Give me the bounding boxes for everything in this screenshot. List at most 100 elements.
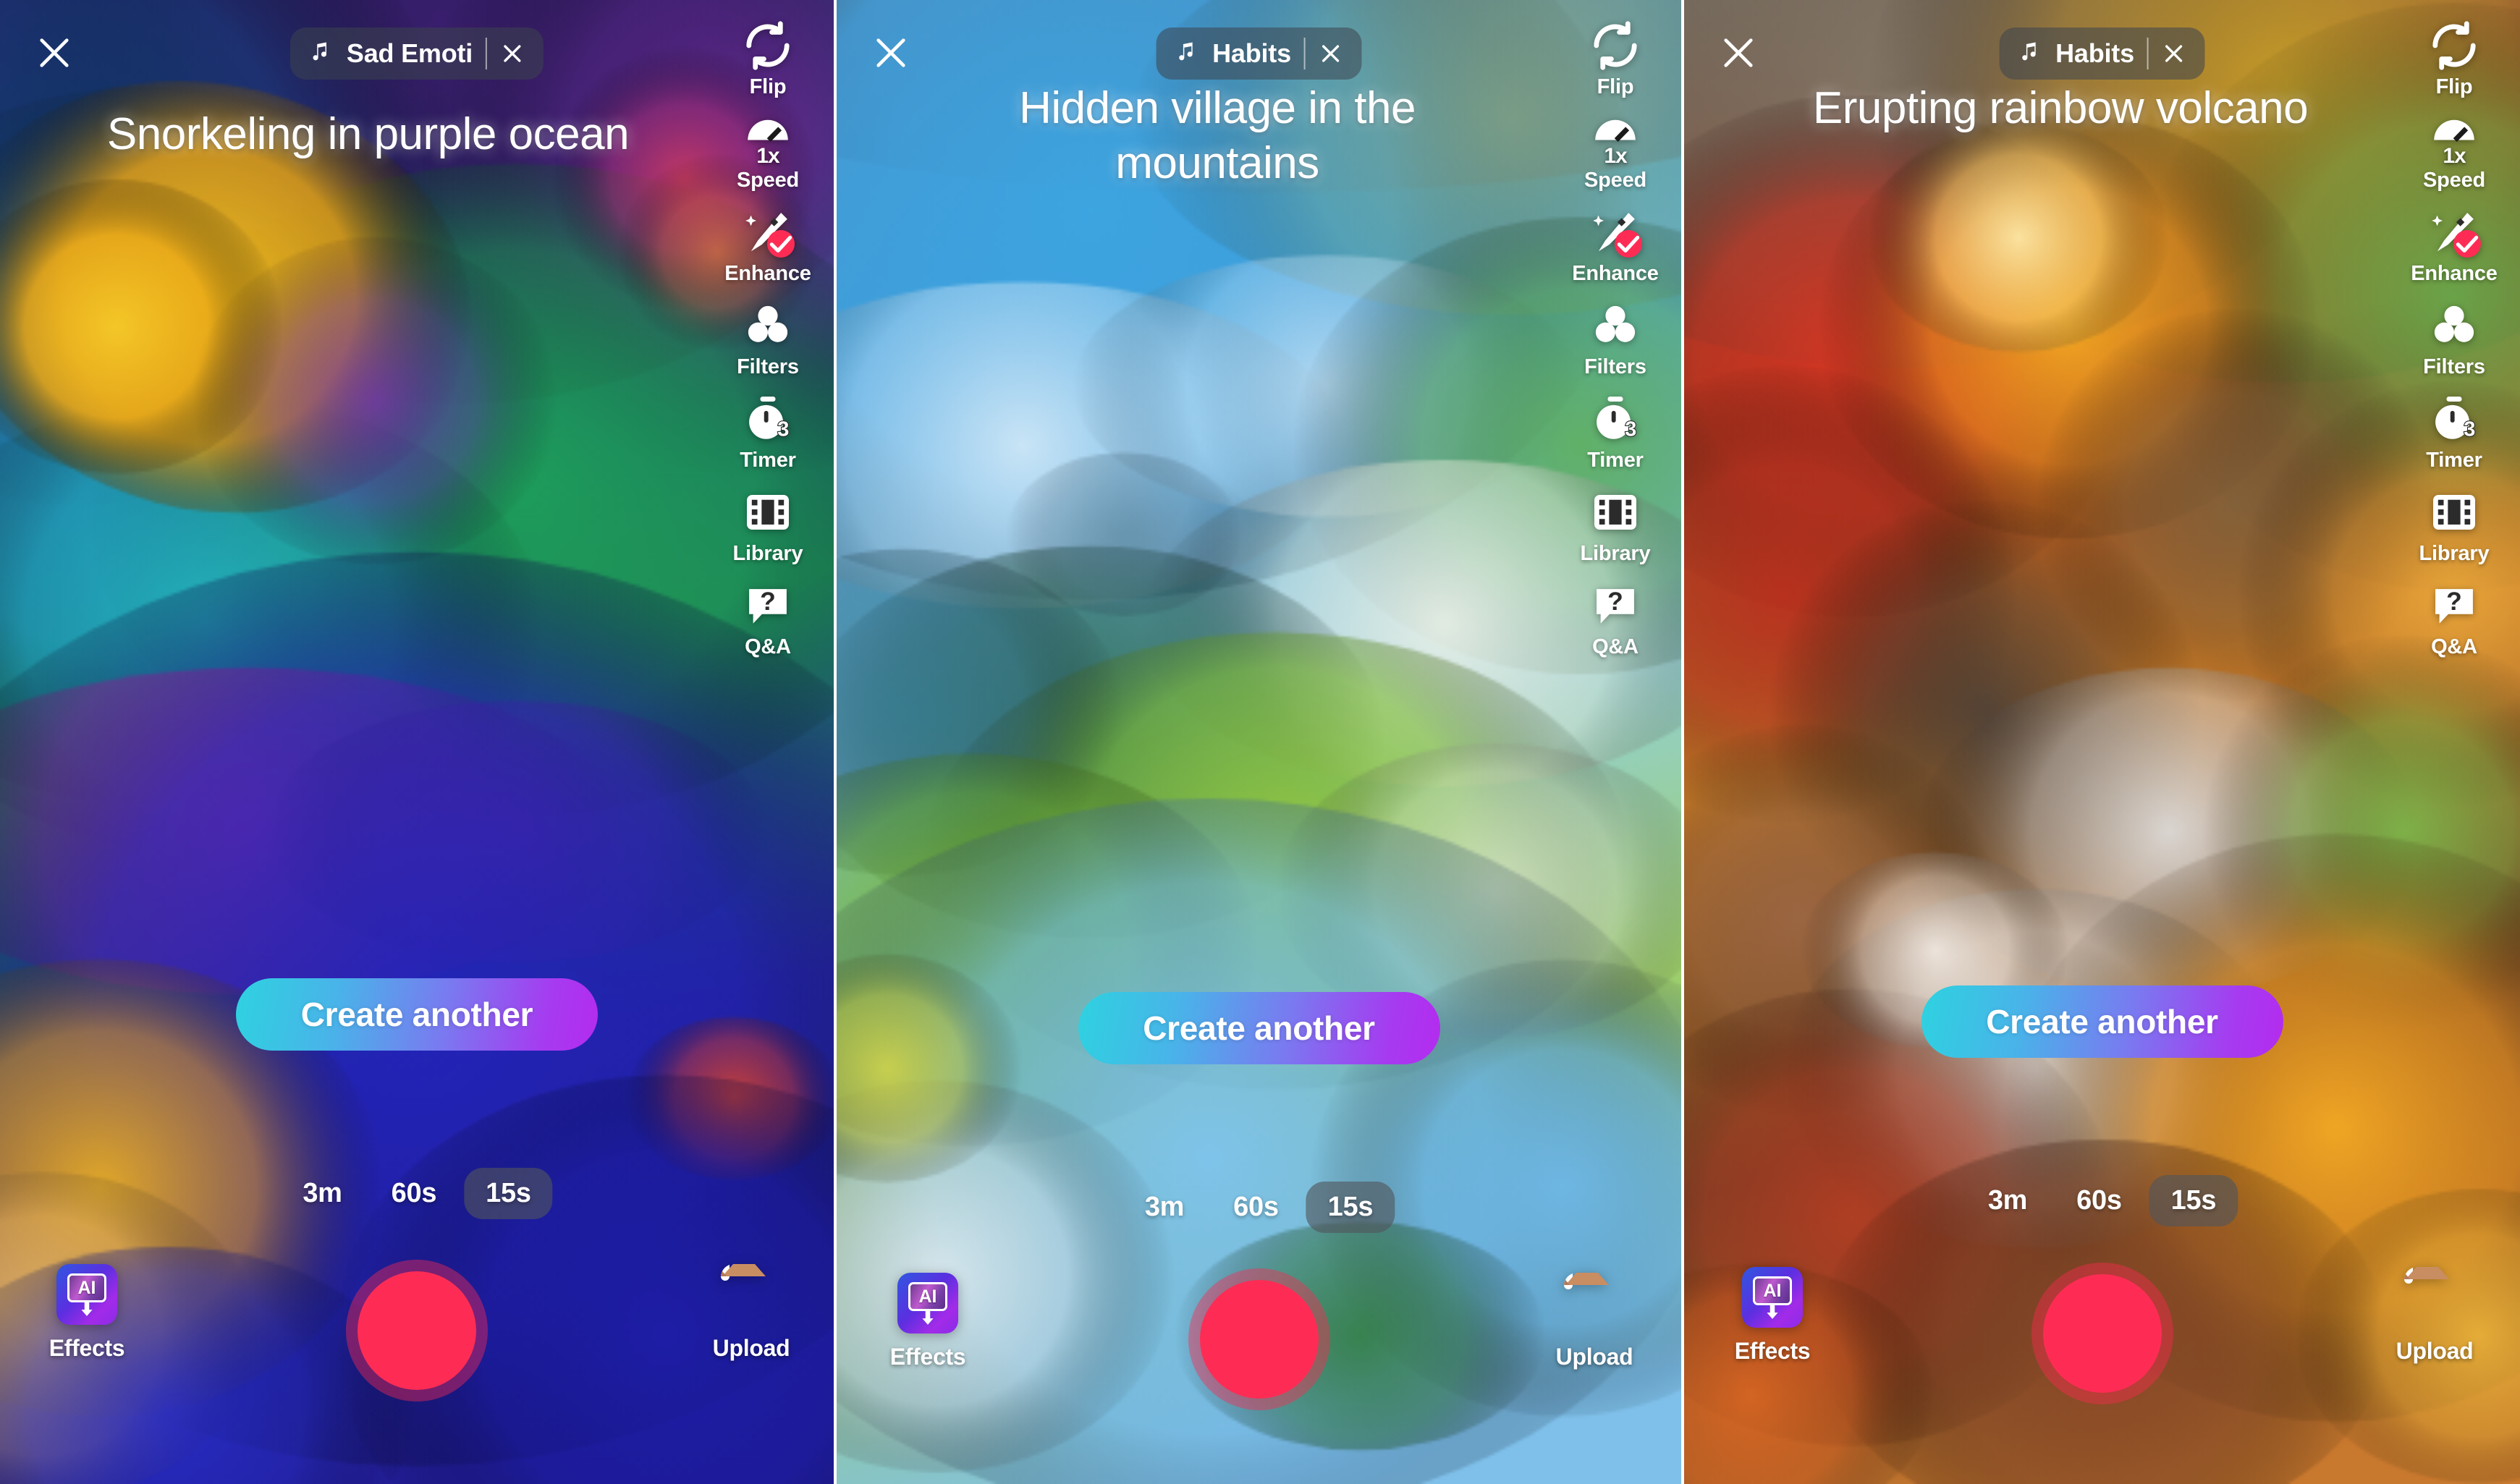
tool-library[interactable]: Library [2400,486,2508,566]
speedometer-icon: 1x [741,112,795,168]
tool-label: Library [732,542,803,565]
enhance-check-badge [1615,230,1642,258]
duration-option-3m[interactable]: 3m [1966,1175,2049,1226]
question-bubble-icon: ? [1589,579,1642,632]
svg-text:3: 3 [2464,417,2475,441]
tool-speed[interactable]: 1x Speed [714,112,822,192]
music-note-icon [2018,40,2042,67]
tool-enhance[interactable]: Enhance [1561,205,1670,286]
tool-label: Speed [1584,169,1647,192]
effects-button[interactable]: AI Effects [855,1273,1000,1370]
tool-label: Timer [740,449,796,472]
tool-qa[interactable]: ? Q&A [2400,579,2508,659]
duration-option-60s[interactable]: 60s [370,1168,459,1219]
svg-text:?: ? [1607,587,1623,616]
duration-option-60s[interactable]: 60s [2055,1175,2144,1226]
duration-option-15s[interactable]: 15s [1306,1182,1395,1233]
filters-circles-icon [2427,299,2481,352]
upload-button[interactable]: Upload [1522,1273,1667,1370]
enhance-check-badge [767,230,795,258]
duration-selector-2: 3m 60s 15s [1123,1182,1395,1233]
timer-icon: 3 [1589,392,1642,446]
duration-option-15s[interactable]: 15s [2149,1175,2238,1226]
create-another-button[interactable]: Create another [1078,992,1440,1064]
duration-option-15s[interactable]: 15s [464,1168,553,1219]
record-button[interactable] [346,1260,488,1402]
tool-filters[interactable]: Filters [1561,299,1670,379]
speed-value: 1x [1604,144,1627,168]
speedometer-icon: 1x [2427,112,2481,168]
record-button[interactable] [2031,1263,2173,1404]
duration-option-3m[interactable]: 3m [281,1168,363,1219]
phone-panel-2: Habits Hidden village in the mountains F… [837,0,1681,1484]
speed-value: 1x [2443,144,2466,168]
right-toolbar-1: Flip 1x Speed Enhance Filters 3 Timer Li… [714,19,822,672]
top-bar-3: Habits [1684,0,2520,109]
screenshot-root: Sad Emoti Snorkeling in purple ocean Fli… [0,0,2520,1484]
right-toolbar-2: Flip 1x Speed Enhance Filters 3 Timer Li… [1561,19,1670,672]
magic-wand-icon [741,205,795,259]
bottom-bar-1: AI Effects Upload [0,1245,834,1484]
create-another-button[interactable]: Create another [236,978,598,1051]
effects-button[interactable]: AI Effects [14,1264,159,1362]
film-strip-icon [1589,486,1642,539]
ai-badge-text: AI [918,1286,937,1307]
close-button[interactable] [29,27,80,78]
upload-label: Upload [2396,1338,2474,1364]
tool-label: Library [2419,542,2490,565]
upload-button[interactable]: Upload [2362,1267,2507,1365]
duration-option-60s[interactable]: 60s [1212,1182,1301,1233]
music-note-icon [1175,40,1199,67]
close-button[interactable] [866,27,916,78]
tool-label: Enhance [1572,262,1659,285]
music-track-pill[interactable]: Habits [1156,27,1362,80]
duration-option-3m[interactable]: 3m [1123,1182,1206,1233]
music-close-icon[interactable] [1319,41,1343,66]
top-bar-1: Sad Emoti [0,0,834,109]
tool-enhance[interactable]: Enhance [714,205,822,286]
tool-filters[interactable]: Filters [2400,299,2508,379]
record-button[interactable] [1188,1268,1330,1410]
effects-button[interactable]: AI Effects [1700,1267,1845,1365]
tool-timer[interactable]: 3 Timer [1561,392,1670,472]
tool-speed[interactable]: 1x Speed [2400,112,2508,192]
ai-effects-icon: AI [56,1264,117,1325]
tool-label: Q&A [2431,635,2477,658]
tool-enhance[interactable]: Enhance [2400,205,2508,286]
photo-gallery-icon [2404,1267,2465,1328]
tool-filters[interactable]: Filters [714,299,822,379]
upload-button[interactable]: Upload [679,1264,824,1362]
timer-icon: 3 [741,392,795,446]
tool-label: Timer [2426,449,2482,472]
ai-effects-icon: AI [897,1273,958,1334]
speed-value: 1x [756,144,779,168]
music-track-title: Habits [2055,38,2134,68]
music-track-pill[interactable]: Habits [1999,27,2205,80]
tool-speed[interactable]: 1x Speed [1561,112,1670,192]
tool-library[interactable]: Library [714,486,822,566]
pill-divider [486,38,488,69]
phone-panel-1: Sad Emoti Snorkeling in purple ocean Fli… [0,0,834,1484]
svg-text:3: 3 [1625,417,1636,441]
music-track-pill[interactable]: Sad Emoti [289,27,544,80]
music-close-icon[interactable] [500,41,525,66]
tool-label: Filters [737,355,799,378]
tool-library[interactable]: Library [1561,486,1670,566]
tool-timer[interactable]: 3 Timer [714,392,822,472]
create-another-button[interactable]: Create another [1921,985,2283,1058]
music-track-title: Habits [1212,38,1291,68]
top-bar-2: Habits [837,0,1681,109]
tool-label: Enhance [2411,262,2498,285]
tool-label: Library [1580,542,1651,565]
question-bubble-icon: ? [741,579,795,632]
pill-divider [2147,38,2149,69]
tool-label: Filters [1584,355,1646,378]
tool-qa[interactable]: ? Q&A [714,579,822,659]
music-close-icon[interactable] [2162,41,2186,66]
tool-label: Enhance [724,262,811,285]
tool-timer[interactable]: 3 Timer [2400,392,2508,472]
close-button[interactable] [1713,27,1764,78]
tool-label: Q&A [1592,635,1639,658]
effects-label: Effects [48,1335,125,1361]
tool-qa[interactable]: ? Q&A [1561,579,1670,659]
